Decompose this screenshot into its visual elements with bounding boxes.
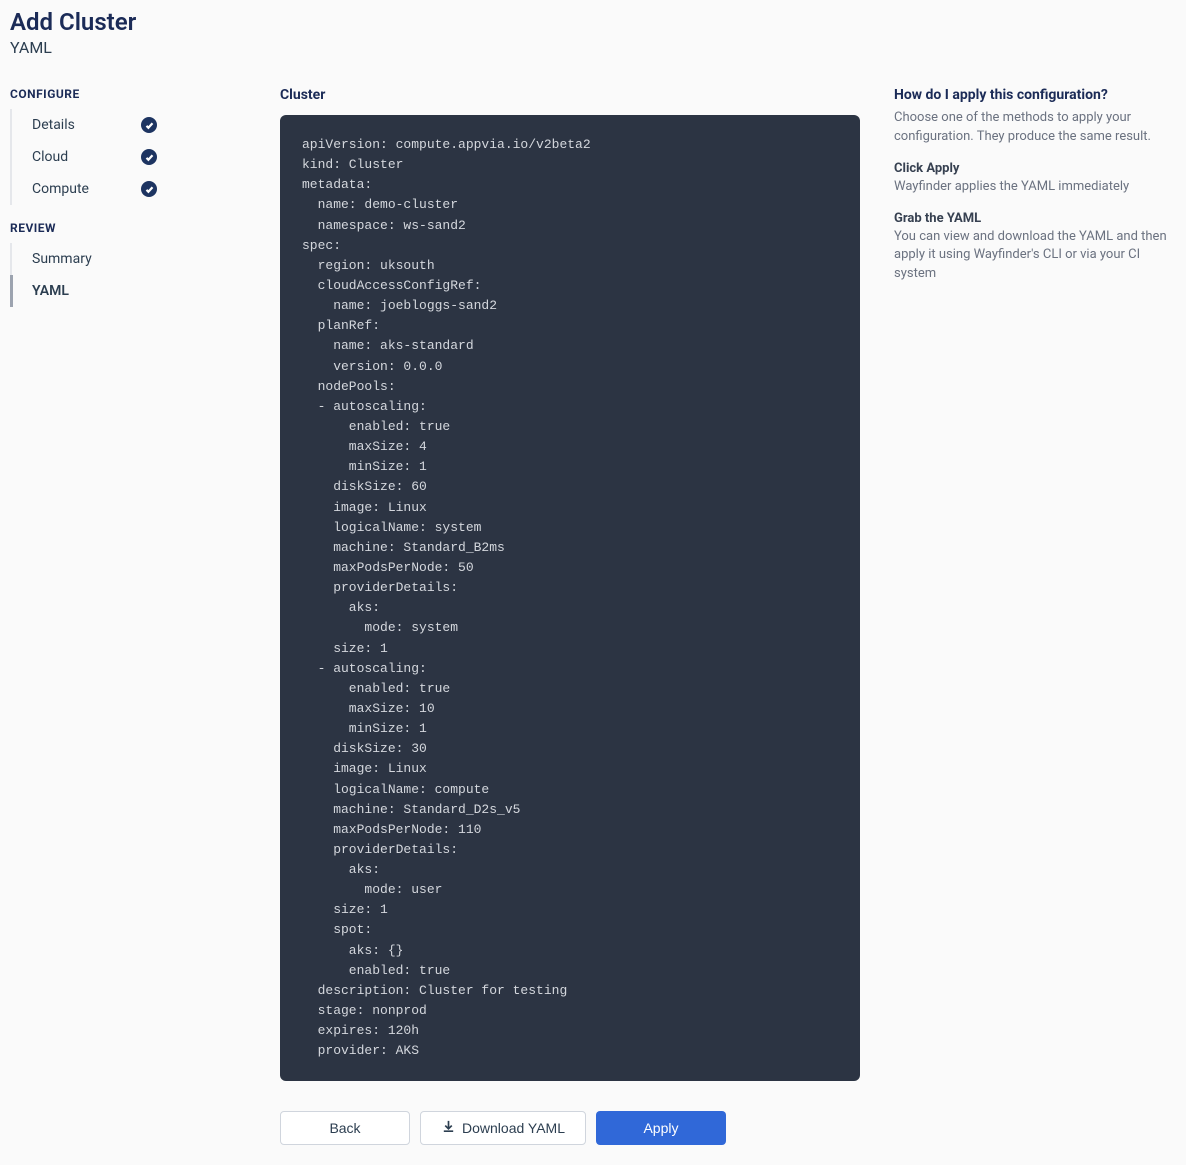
button-label: Apply: [643, 1120, 678, 1136]
action-bar: Back Download YAML Apply: [280, 1111, 860, 1145]
check-icon: [141, 117, 157, 133]
apply-button[interactable]: Apply: [596, 1111, 726, 1145]
configure-section-label: CONFIGURE: [10, 87, 260, 101]
sidebar-item-label: Details: [32, 117, 75, 133]
help-click-apply-body: Wayfinder applies the YAML immediately: [894, 178, 1170, 197]
sidebar-item-details[interactable]: Details: [12, 109, 167, 141]
sidebar-item-label: Summary: [32, 251, 92, 267]
sidebar-item-label: Compute: [32, 181, 89, 197]
back-button[interactable]: Back: [280, 1111, 410, 1145]
help-intro: Choose one of the methods to apply your …: [894, 109, 1170, 147]
button-label: Download YAML: [462, 1120, 565, 1136]
sidebar-item-cloud[interactable]: Cloud: [12, 141, 167, 173]
check-icon: [141, 181, 157, 197]
page-title: Add Cluster: [10, 8, 1176, 36]
sidebar-item-summary[interactable]: Summary: [12, 243, 167, 275]
main-content: Cluster apiVersion: compute.appvia.io/v2…: [280, 87, 860, 1145]
help-click-apply-title: Click Apply: [894, 161, 1170, 176]
check-icon: [141, 149, 157, 165]
sidebar-item-compute[interactable]: Compute: [12, 173, 167, 205]
configure-nav-group: Details Cloud Compute: [10, 109, 260, 205]
help-panel: How do I apply this configuration? Choos…: [880, 87, 1170, 298]
page-subtitle: YAML: [10, 38, 1176, 57]
sidebar-item-label: YAML: [32, 283, 69, 299]
sidebar-item-yaml[interactable]: YAML: [12, 275, 167, 307]
help-grab-yaml-body: You can view and download the YAML and t…: [894, 228, 1170, 285]
download-icon: [441, 1119, 456, 1137]
button-label: Back: [329, 1120, 360, 1136]
sidebar-item-label: Cloud: [32, 149, 68, 165]
cluster-heading: Cluster: [280, 87, 860, 103]
wizard-sidebar: CONFIGURE Details Cloud Compute: [10, 87, 260, 307]
download-yaml-button[interactable]: Download YAML: [420, 1111, 586, 1145]
review-section-label: REVIEW: [10, 221, 260, 235]
yaml-code-block[interactable]: apiVersion: compute.appvia.io/v2beta2 ki…: [280, 115, 860, 1081]
review-nav-group: Summary YAML: [10, 243, 260, 307]
help-grab-yaml-title: Grab the YAML: [894, 211, 1170, 226]
help-title: How do I apply this configuration?: [894, 87, 1170, 103]
